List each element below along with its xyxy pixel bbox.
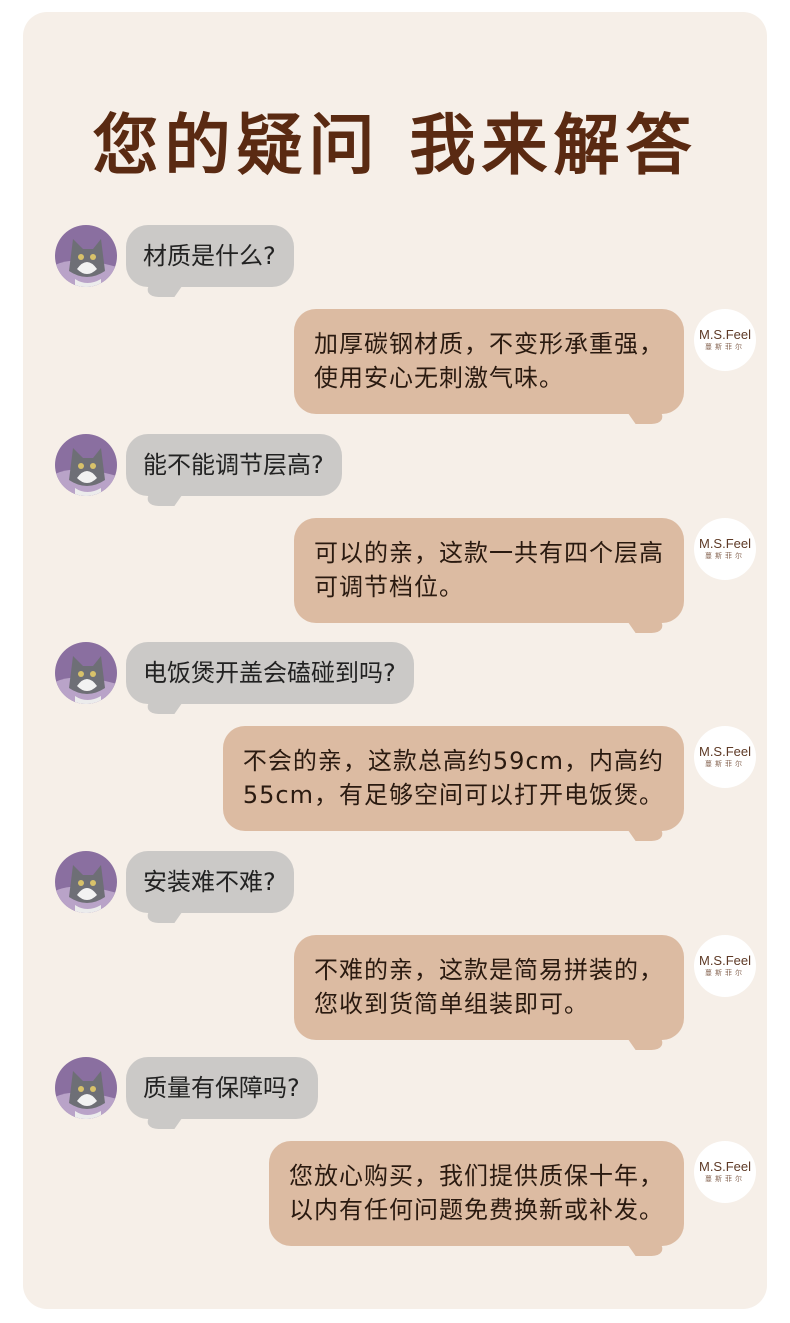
cat-avatar-icon [55, 1057, 117, 1119]
cat-avatar-icon [55, 225, 117, 287]
question-bubble: 电饭煲开盖会磕碰到吗? [126, 642, 414, 704]
answer-line: 可以的亲，这款一共有四个层高 [314, 539, 664, 567]
answer-line: 以内有任何问题免费换新或补发。 [289, 1196, 664, 1224]
question-bubble: 能不能调节层高? [126, 434, 342, 496]
answer-line: 55cm，有足够空间可以打开电饭煲。 [242, 781, 664, 809]
logo-text: M.S.Feel [698, 1159, 751, 1174]
cat-avatar-icon [55, 642, 117, 704]
ms-feel-logo-icon: M.S.Feel 蔓斯菲尔 [694, 935, 756, 997]
logo-subtext: 蔓斯菲尔 [705, 969, 745, 977]
question-bubble: 安装难不难? [126, 851, 294, 913]
answer-bubble: 可以的亲，这款一共有四个层高 可调节档位。 [294, 518, 684, 623]
ms-feel-logo-icon: M.S.Feel 蔓斯菲尔 [694, 1141, 756, 1203]
logo-subtext: 蔓斯菲尔 [705, 1175, 745, 1183]
answer-line: 您放心购买，我们提供质保十年， [289, 1162, 664, 1190]
logo-text: M.S.Feel [698, 744, 751, 759]
cat-avatar-icon [55, 434, 117, 496]
answer-bubble: 不难的亲，这款是简易拼装的， 您收到货简单组装即可。 [294, 935, 684, 1040]
ms-feel-logo-icon: M.S.Feel 蔓斯菲尔 [694, 309, 756, 371]
answer-line: 不会的亲，这款总高约59cm，内高约 [242, 747, 664, 775]
question-bubble: 材质是什么? [126, 225, 294, 287]
answer-line: 您收到货简单组装即可。 [314, 990, 589, 1018]
answer-bubble: 加厚碳钢材质，不变形承重强， 使用安心无刺激气味。 [294, 309, 684, 414]
logo-text: M.S.Feel [698, 953, 751, 968]
answer-line: 加厚碳钢材质，不变形承重强， [314, 330, 664, 358]
page-title: 您的疑问 我来解答 [92, 107, 698, 184]
question-bubble: 质量有保障吗? [126, 1057, 318, 1119]
answer-line: 不难的亲，这款是简易拼装的， [314, 956, 664, 984]
logo-subtext: 蔓斯菲尔 [705, 552, 745, 560]
logo-subtext: 蔓斯菲尔 [705, 343, 745, 351]
cat-avatar-icon [55, 851, 117, 913]
ms-feel-logo-icon: M.S.Feel 蔓斯菲尔 [694, 518, 756, 580]
answer-line: 使用安心无刺激气味。 [314, 364, 564, 392]
answer-line: 可调节档位。 [314, 573, 464, 601]
answer-bubble: 您放心购买，我们提供质保十年， 以内有任何问题免费换新或补发。 [269, 1141, 684, 1246]
answer-bubble: 不会的亲，这款总高约59cm，内高约 55cm，有足够空间可以打开电饭煲。 [222, 726, 684, 831]
logo-subtext: 蔓斯菲尔 [705, 760, 745, 768]
logo-text: M.S.Feel [698, 327, 751, 342]
logo-text: M.S.Feel [698, 536, 751, 551]
ms-feel-logo-icon: M.S.Feel 蔓斯菲尔 [694, 726, 756, 788]
